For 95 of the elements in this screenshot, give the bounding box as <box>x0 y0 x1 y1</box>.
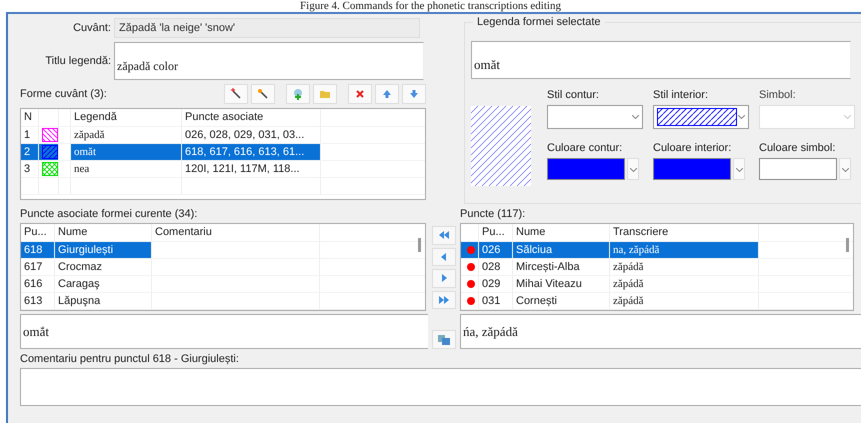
legend-field[interactable]: omăt <box>471 41 851 79</box>
field-label: Cuvânt: <box>72 22 111 34</box>
table-cell: Mircești-Alba <box>513 259 610 275</box>
move-right-icon[interactable] <box>432 269 456 288</box>
table-row[interactable]: 616 Caragaş <box>21 276 425 293</box>
delete-icon[interactable] <box>348 84 372 104</box>
move-up-icon[interactable] <box>375 84 399 104</box>
add-icon[interactable] <box>286 84 310 104</box>
column-header[interactable]: Nume <box>513 224 610 241</box>
table-row[interactable]: 613 Lăpuşna <box>21 293 425 310</box>
table-cell: zăpádă <box>610 293 759 309</box>
table-cell: Crocmaz <box>55 259 152 275</box>
style-dropdown[interactable] <box>653 105 749 129</box>
color-picker[interactable] <box>759 158 837 180</box>
combo-label: Culoare interior: <box>653 142 732 154</box>
transcription-field[interactable]: omắt <box>20 314 428 349</box>
table-cell: 1 <box>21 127 39 143</box>
copy-icon[interactable] <box>432 330 456 349</box>
column-header[interactable]: Puncte asociate <box>182 109 321 126</box>
section-label: Puncte (117): <box>460 208 526 220</box>
table-cell: 031 <box>479 293 513 309</box>
table-cell: 120I, 121I, 117M, 118... <box>182 161 321 177</box>
dropdown-button[interactable] <box>627 158 639 180</box>
table-cell: 3 <box>21 161 39 177</box>
table-row[interactable]: 029 Mihai Viteazu zăpádă <box>461 276 853 293</box>
table-cell: Mihai Viteazu <box>513 276 610 292</box>
table-cell: 028 <box>479 259 513 275</box>
table-cell: 616 <box>21 276 55 292</box>
scrollbar-thumb[interactable] <box>418 238 421 252</box>
column-header[interactable]: Pu... <box>479 224 513 241</box>
table-row[interactable]: 618 Giurgiulești <box>21 242 425 259</box>
group-title: Legenda formei selectate <box>473 16 605 28</box>
table-row[interactable]: 3 nea 120I, 121I, 117M, 118... <box>21 161 425 178</box>
section-label: Puncte asociate formei curente (34): <box>20 208 198 220</box>
dropdown-button[interactable] <box>733 158 745 180</box>
combo-label: Stil contur: <box>547 89 600 101</box>
move-down-icon[interactable] <box>402 84 426 104</box>
word-field: Zăpadă 'la neige' 'snow' <box>114 18 420 38</box>
table-cell: na, zăpádă <box>610 242 759 258</box>
transcription-field[interactable]: ńa, zăpádă <box>460 314 861 349</box>
scrollbar-thumb[interactable] <box>846 238 849 252</box>
column-header[interactable]: Pu... <box>21 224 55 241</box>
combo-label: Simbol: <box>759 89 797 101</box>
table-row[interactable]: 031 Cornești zăpádă <box>461 293 853 310</box>
legend-title-field[interactable]: zăpadă color <box>114 42 424 80</box>
table-cell: zăpadă <box>71 127 182 143</box>
folder-icon[interactable] <box>313 84 337 104</box>
column-header[interactable]: Comentariu <box>152 224 320 241</box>
field-label: Comentariu pentru punctul 618 - Giurgiulești: <box>20 353 240 365</box>
table-cell: 029 <box>479 276 513 292</box>
column-header[interactable]: Legendă <box>71 109 182 126</box>
column-header[interactable]: N <box>21 109 39 126</box>
table-cell: 618 <box>21 242 55 258</box>
move-left-icon[interactable] <box>432 248 456 266</box>
table-row[interactable]: 617 Crocmaz <box>21 259 425 276</box>
table-cell: 618, 617, 616, 613, 61... <box>182 144 321 160</box>
table-cell: Sălciua <box>513 242 610 258</box>
chevron-down-icon <box>736 168 742 172</box>
table-cell: 617 <box>21 259 55 275</box>
table-cell: 026, 028, 029, 031, 03... <box>182 127 321 143</box>
table-cell: zăpádă <box>610 259 759 275</box>
wand-icon[interactable] <box>224 84 248 104</box>
table-cell: Lăpuşna <box>55 293 152 309</box>
table-row[interactable]: 028 Mircești-Alba zăpádă <box>461 259 853 276</box>
move-all-right-icon[interactable] <box>432 290 456 310</box>
table-cell: zăpádă <box>610 276 759 292</box>
color-picker[interactable] <box>547 158 625 180</box>
chevron-down-icon <box>630 168 636 172</box>
combo-label: Stil interior: <box>653 89 710 101</box>
table-row[interactable]: 026 Sălciua na, zăpádă <box>461 242 853 259</box>
figure-caption: Figure 4. Commands for the phonetic transcriptions editing <box>299 0 562 12</box>
section-label: Forme cuvânt (3): <box>20 88 107 100</box>
chevron-down-icon <box>632 115 639 119</box>
chevron-down-icon <box>738 115 745 119</box>
wand-icon[interactable] <box>251 84 275 104</box>
comment-field[interactable] <box>20 368 861 406</box>
table-row[interactable]: 2 omăt 618, 617, 616, 613, 61... <box>21 144 425 161</box>
table-cell: 613 <box>21 293 55 309</box>
chevron-down-icon <box>842 168 848 172</box>
table-cell: 2 <box>21 144 39 160</box>
color-picker[interactable] <box>653 158 731 180</box>
move-all-left-icon[interactable] <box>432 226 456 245</box>
column-header[interactable]: Transcriere <box>610 224 759 241</box>
chevron-down-icon <box>844 115 851 119</box>
field-label: Titlu legendă: <box>44 55 111 67</box>
table-cell: Cornești <box>513 293 610 309</box>
table-cell: Caragaş <box>55 276 152 292</box>
table-cell: nea <box>71 161 182 177</box>
table-cell: 026 <box>479 242 513 258</box>
combo-label: Culoare simbol: <box>759 142 836 154</box>
combo-label: Culoare contur: <box>547 142 624 154</box>
column-header[interactable]: Nume <box>55 224 152 241</box>
table-cell: omăt <box>71 144 182 160</box>
dropdown-button[interactable] <box>839 158 851 180</box>
table-cell: Giurgiulești <box>55 242 152 258</box>
